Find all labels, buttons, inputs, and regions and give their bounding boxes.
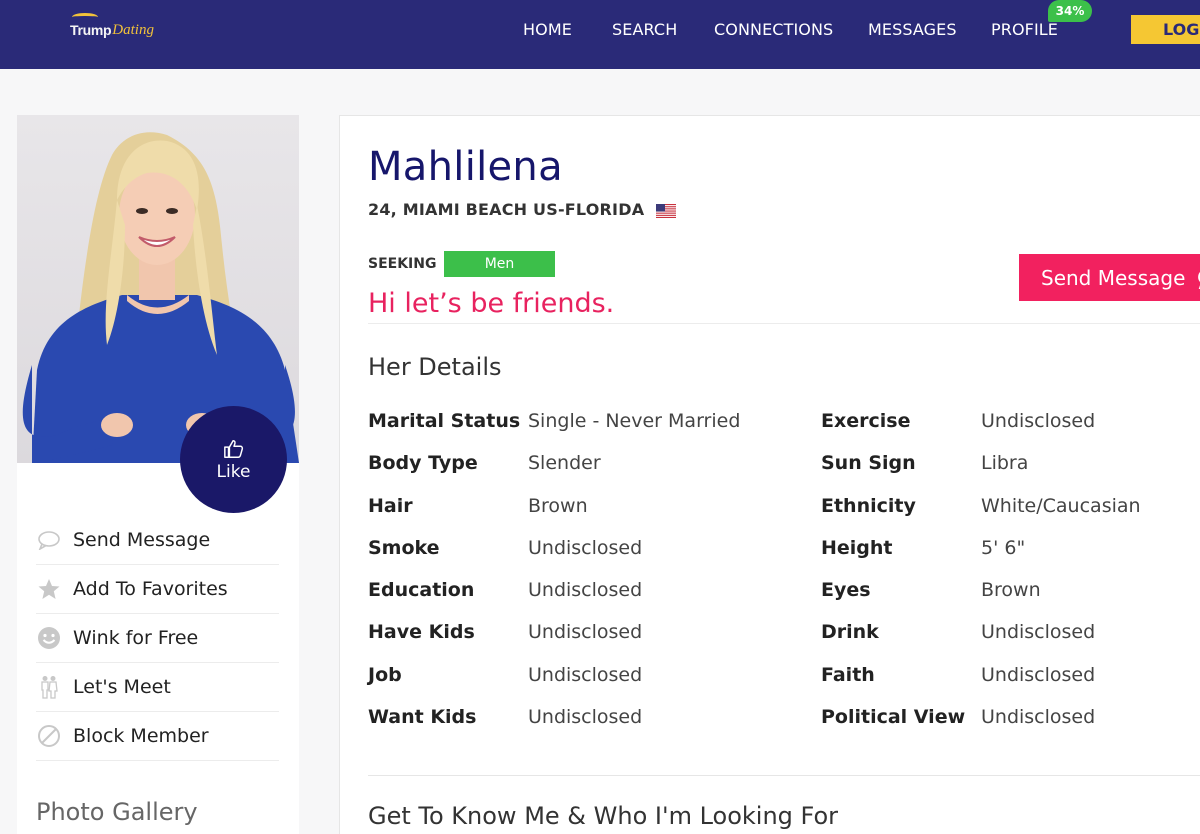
- smiley-icon: [36, 625, 62, 651]
- action-add-to-favorites[interactable]: Add To Favorites: [36, 565, 279, 614]
- detail-label: Eyes: [821, 579, 871, 601]
- detail-value: Libra: [981, 452, 1029, 474]
- detail-label: Job: [368, 664, 402, 686]
- section-divider: [368, 323, 1200, 324]
- detail-label: Hair: [368, 495, 413, 517]
- action-label: Send Message: [73, 529, 211, 551]
- action-label: Let's Meet: [73, 676, 171, 698]
- detail-label: Political View: [821, 706, 966, 728]
- nav-messages[interactable]: MESSAGES: [868, 20, 957, 40]
- detail-value: Brown: [528, 495, 588, 517]
- detail-value: Undisclosed: [528, 664, 643, 686]
- profile-name: Mahlilena: [368, 144, 563, 190]
- nav-home[interactable]: HOME: [523, 20, 572, 40]
- star-icon: [36, 576, 62, 602]
- send-message-button[interactable]: Send Message: [1019, 254, 1200, 301]
- detail-value: Undisclosed: [981, 706, 1096, 728]
- detail-value: Undisclosed: [981, 410, 1096, 432]
- logo-text-trump: Trump: [70, 22, 112, 38]
- nav-connections[interactable]: CONNECTIONS: [714, 20, 833, 40]
- us-flag-icon: [656, 203, 677, 218]
- send-message-label: Send Message: [1041, 265, 1186, 290]
- nav-search[interactable]: SEARCH: [612, 20, 677, 40]
- detail-label: Have Kids: [368, 621, 475, 643]
- detail-value: Undisclosed: [528, 579, 643, 601]
- seeking-value-badge: Men: [444, 251, 555, 277]
- profile-completion-badge: 34%: [1048, 0, 1092, 22]
- action-wink[interactable]: Wink for Free: [36, 614, 279, 663]
- detail-label: Want Kids: [368, 706, 477, 728]
- logout-button[interactable]: LOGOUT: [1131, 15, 1200, 44]
- profile-location-text: 24, MIAMI BEACH US-FLORIDA: [368, 200, 645, 219]
- detail-label: Marital Status: [368, 410, 521, 432]
- detail-label: Education: [368, 579, 475, 601]
- detail-label: Height: [821, 537, 893, 559]
- detail-value: Slender: [528, 452, 601, 474]
- seeking-label: SEEKING: [368, 256, 437, 272]
- couple-icon: [36, 674, 62, 700]
- detail-value: Undisclosed: [528, 537, 643, 559]
- site-logo[interactable]: Trump Dating: [70, 13, 154, 43]
- profile-location: 24, MIAMI BEACH US-FLORIDA: [368, 200, 677, 219]
- detail-value: Undisclosed: [981, 621, 1096, 643]
- detail-value: Undisclosed: [528, 621, 643, 643]
- details-section-title: Her Details: [368, 353, 502, 381]
- top-navbar: Trump Dating HOME SEARCH CONNECTIONS MES…: [0, 0, 1200, 69]
- like-label: Like: [216, 461, 251, 482]
- logo-text-dating: Dating: [112, 21, 154, 38]
- thumbs-up-icon: [223, 439, 243, 458]
- action-block-member[interactable]: Block Member: [36, 712, 279, 761]
- detail-value: 5' 6": [981, 537, 1026, 559]
- detail-value: Brown: [981, 579, 1041, 601]
- action-send-message[interactable]: Send Message: [36, 516, 279, 565]
- detail-value: Undisclosed: [528, 706, 643, 728]
- like-button[interactable]: Like: [180, 406, 287, 513]
- detail-value: Single - Never Married: [528, 410, 741, 432]
- photo-gallery-title: Photo Gallery: [36, 798, 198, 826]
- nav-profile[interactable]: PROFILE: [991, 20, 1058, 40]
- block-icon: [36, 723, 62, 749]
- about-section-title: Get To Know Me & Who I'm Looking For: [368, 802, 839, 830]
- action-label: Block Member: [73, 725, 209, 747]
- action-label: Add To Favorites: [73, 578, 228, 600]
- detail-label: Drink: [821, 621, 879, 643]
- speech-bubble-icon: [36, 527, 62, 553]
- profile-tagline: Hi let’s be friends.: [368, 288, 615, 319]
- detail-label: Body Type: [368, 452, 478, 474]
- detail-label: Faith: [821, 664, 875, 686]
- detail-label: Sun Sign: [821, 452, 916, 474]
- action-label: Wink for Free: [73, 627, 199, 649]
- section-divider: [368, 775, 1200, 776]
- detail-value: White/Caucasian: [981, 495, 1141, 517]
- detail-label: Exercise: [821, 410, 911, 432]
- detail-label: Ethnicity: [821, 495, 916, 517]
- action-lets-meet[interactable]: Let's Meet: [36, 663, 279, 712]
- detail-value: Undisclosed: [981, 664, 1096, 686]
- logo-crown-icon: [72, 13, 98, 21]
- detail-label: Smoke: [368, 537, 440, 559]
